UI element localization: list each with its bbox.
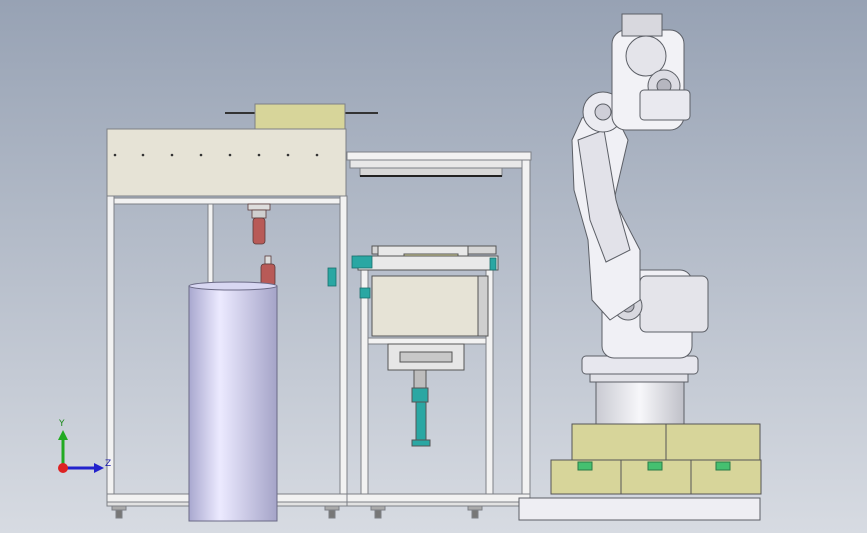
storage-tank [188,281,278,522]
pallet-boxes [550,423,762,495]
y-axis-label: Y [58,419,65,429]
assembly-drawing: Y Z [0,0,867,533]
cad-viewport[interactable]: Y Z [0,0,867,533]
tray-assembly [357,245,499,337]
top-yellow-box [254,103,346,131]
robot-base-plate [518,497,761,521]
upper-panel [106,128,347,197]
z-axis-label: Z [105,459,111,469]
